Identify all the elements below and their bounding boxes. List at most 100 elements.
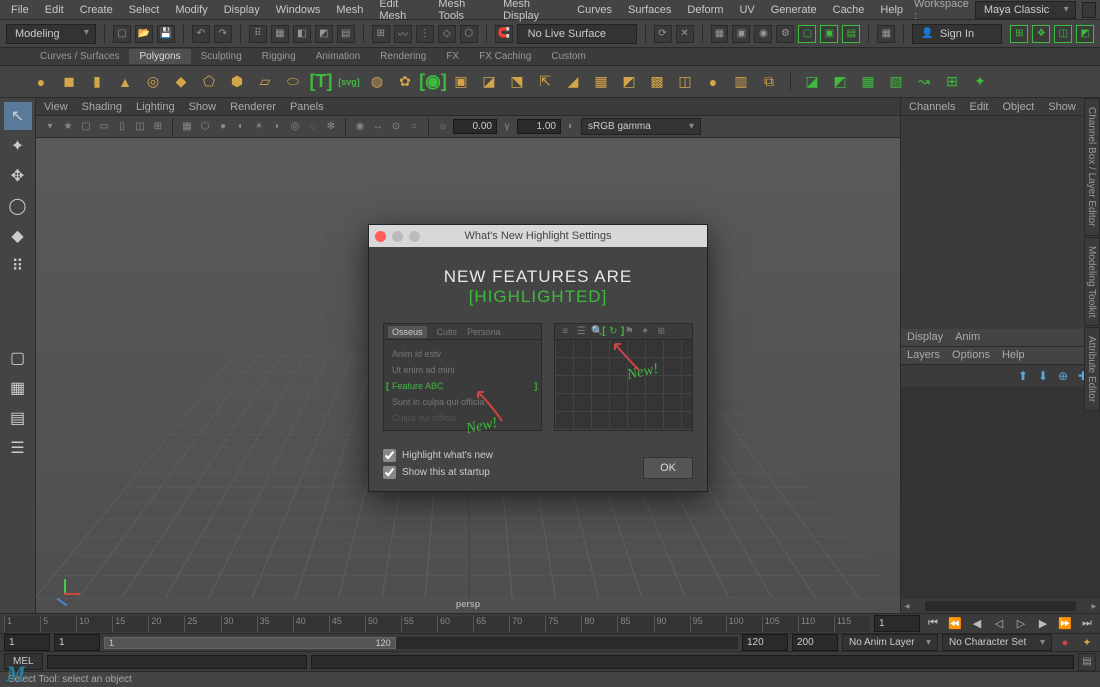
poly-platonic-icon[interactable]: ⬢ (226, 71, 248, 93)
check-highlight[interactable]: Highlight what's new (383, 449, 493, 462)
autokey-icon[interactable]: ● (1056, 635, 1074, 651)
render-frame-icon[interactable]: ▣ (732, 25, 750, 43)
range-slider[interactable]: 1120 (104, 637, 738, 649)
sidetab-attribute-editor[interactable]: Attribute Editor (1084, 327, 1100, 411)
menu-mesh-tools[interactable]: Mesh Tools (431, 0, 494, 24)
channel-tab-show[interactable]: Show (1048, 101, 1076, 113)
film-gate-icon[interactable]: ▭ (96, 119, 112, 135)
layout-four-icon[interactable]: ▦ (4, 374, 32, 402)
sidetab-modeling-toolkit[interactable]: Modeling Toolkit (1084, 237, 1100, 327)
poly-bevel-icon[interactable]: ◢ (562, 71, 584, 93)
panel-menu-shading[interactable]: Shading (82, 101, 122, 113)
menu-windows[interactable]: Windows (269, 2, 328, 18)
menu-modify[interactable]: Modify (168, 2, 214, 18)
dialog-titlebar[interactable]: What's New Highlight Settings (369, 225, 707, 247)
gamma-icon[interactable]: γ (499, 119, 515, 135)
menu-surfaces[interactable]: Surfaces (621, 2, 678, 18)
toolkit-d-icon[interactable]: ▧ (885, 71, 907, 93)
textured-icon[interactable]: ◐ (233, 119, 249, 135)
redo-icon[interactable]: ↷ (214, 25, 232, 43)
select-tool[interactable]: ↖ (4, 102, 32, 130)
range-inner-end[interactable]: 120 (742, 634, 788, 651)
shelf-tab-custom[interactable]: Custom (541, 49, 595, 64)
motion-blur-icon[interactable]: ↔ (370, 119, 386, 135)
channel-scrollbar[interactable]: ◂ ▸ (901, 599, 1100, 613)
toolkit-a-icon[interactable]: ◪ (801, 71, 823, 93)
poly-gear-icon[interactable]: ✿ (394, 71, 416, 93)
scroll-left-icon[interactable]: ◂ (901, 601, 913, 612)
select-face-icon[interactable]: ◧ (293, 25, 311, 43)
save-scene-icon[interactable]: 💾 (157, 25, 175, 43)
lights-icon[interactable]: ☀ (251, 119, 267, 135)
play-back-icon[interactable]: ◁ (990, 616, 1008, 632)
poly-cube-icon[interactable]: ◼ (58, 71, 80, 93)
prefs-icon[interactable]: ✦ (1078, 635, 1096, 651)
shelf-tab-rigging[interactable]: Rigging (252, 49, 306, 64)
channel-tab-edit[interactable]: Edit (969, 101, 988, 113)
poly-cylinder-icon[interactable]: ▮ (86, 71, 108, 93)
shelf-tab-polygons[interactable]: Polygons (129, 49, 190, 64)
panel-menu-panels[interactable]: Panels (290, 101, 324, 113)
new-scene-icon[interactable]: ▢ (113, 25, 131, 43)
wireframe-icon[interactable]: ⬡ (197, 119, 213, 135)
toolkit-b-icon[interactable]: ◩ (829, 71, 851, 93)
color-manage-icon[interactable]: ◐ (563, 119, 579, 135)
exposure-icon[interactable]: ☼ (435, 119, 451, 135)
scroll-right-icon[interactable]: ▸ (1088, 601, 1100, 612)
layer-tab-display[interactable]: Display (907, 331, 943, 343)
poly-torus-icon[interactable]: ◎ (142, 71, 164, 93)
menu-select[interactable]: Select (122, 2, 167, 18)
poly-bridge-icon[interactable]: ▦ (590, 71, 612, 93)
panel-menu-view[interactable]: View (44, 101, 68, 113)
select-object-icon[interactable]: ◩ (315, 25, 333, 43)
range-outer-start[interactable]: 1 (4, 634, 50, 651)
poly-helix-icon[interactable]: ◍ (366, 71, 388, 93)
panel-menu-show[interactable]: Show (189, 101, 217, 113)
poly-append-icon[interactable]: ◩ (618, 71, 640, 93)
open-scene-icon[interactable]: 📂 (135, 25, 153, 43)
history-toggle-icon[interactable]: ⟳ (654, 25, 672, 43)
image-plane-icon[interactable]: ▢ (78, 119, 94, 135)
lasso-tool[interactable]: ✦ (4, 132, 32, 160)
time-slider[interactable]: 1510152025303540455055606570758085909510… (4, 616, 870, 632)
character-set-select[interactable]: No Character Set (942, 634, 1052, 651)
poly-cone-icon[interactable]: ▲ (114, 71, 136, 93)
menu-edit[interactable]: Edit (38, 2, 71, 18)
snap-curve-icon[interactable]: 〰 (394, 25, 412, 43)
workspace-select[interactable]: Maya Classic (975, 1, 1076, 19)
poly-collapse-icon[interactable]: ◫ (674, 71, 696, 93)
toolkit-f-icon[interactable]: ⊞ (941, 71, 963, 93)
bookmark-icon[interactable]: ★ (60, 119, 76, 135)
go-end-icon[interactable]: ⏭ (1078, 616, 1096, 632)
menu-display[interactable]: Display (217, 2, 267, 18)
snap-live-icon[interactable]: ⬡ (460, 25, 478, 43)
layer-new-empty-icon[interactable]: ⊕ (1058, 369, 1072, 383)
workspace-toggle-icon[interactable] (1082, 2, 1096, 18)
layer-list[interactable] (901, 387, 1100, 600)
menu-mesh[interactable]: Mesh (329, 2, 370, 18)
current-frame-field[interactable]: 1 (874, 615, 920, 632)
scale-tool[interactable]: ◆ (4, 222, 32, 250)
menu-deform[interactable]: Deform (680, 2, 730, 18)
shelf-tab-curves[interactable]: Curves / Surfaces (30, 49, 129, 64)
layer-tab-anim[interactable]: Anim (955, 331, 980, 343)
toolkit-c-icon[interactable]: ▦ (857, 71, 879, 93)
poly-fill-icon[interactable]: ▩ (646, 71, 668, 93)
poly-extrude-icon[interactable]: ⇱ (534, 71, 556, 93)
last-tool[interactable]: ⠿ (4, 252, 32, 280)
menu-create[interactable]: Create (73, 2, 120, 18)
undo-icon[interactable]: ↶ (192, 25, 210, 43)
check-startup[interactable]: Show this at startup (383, 466, 493, 479)
poly-prism-icon[interactable]: ▱ (254, 71, 276, 93)
gamma-field[interactable]: 1.00 (517, 119, 561, 134)
channel-tab-channels[interactable]: Channels (909, 101, 955, 113)
render-view-icon[interactable]: ▦ (711, 25, 729, 43)
render-globals-icon[interactable]: ⚙ (776, 25, 794, 43)
layer-menu-options[interactable]: Options (952, 349, 990, 361)
menu-edit-mesh[interactable]: Edit Mesh (372, 0, 429, 24)
shelf-tab-animation[interactable]: Animation (306, 49, 370, 64)
dof-icon[interactable]: ○ (406, 119, 422, 135)
poly-mirror-icon[interactable]: ⧉ (758, 71, 780, 93)
grid-icon[interactable]: ▦ (179, 119, 195, 135)
xray-joints-icon[interactable]: ✻ (323, 119, 339, 135)
